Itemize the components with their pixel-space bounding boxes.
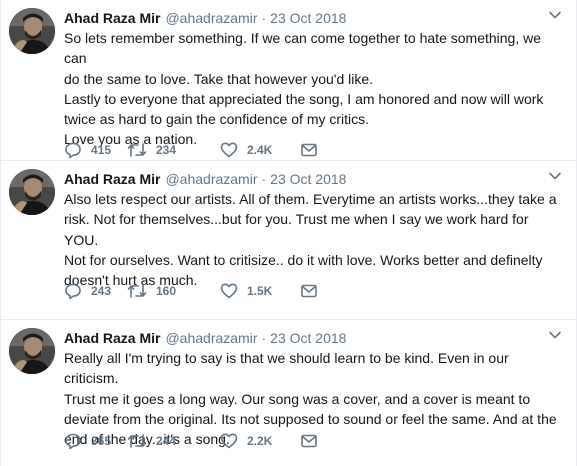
tweet[interactable]: Ahad Raza Mir @ahadrazamir · 23 Oct 2018… bbox=[1, 320, 576, 466]
retweet-button[interactable]: 244 bbox=[127, 432, 220, 450]
author-name[interactable]: Ahad Raza Mir bbox=[64, 8, 160, 28]
like-button[interactable]: 2.4K bbox=[220, 141, 300, 159]
like-count: 1.5K bbox=[247, 284, 273, 298]
chevron-down-icon[interactable] bbox=[548, 8, 562, 22]
author-name[interactable]: Ahad Raza Mir bbox=[64, 328, 160, 348]
separator: · bbox=[261, 10, 267, 26]
tweet-text-line: Really all I'm trying to say is that we … bbox=[64, 350, 509, 387]
chevron-down-icon[interactable] bbox=[548, 169, 562, 183]
message-button[interactable] bbox=[300, 432, 327, 450]
tweet-body: Ahad Raza Mir @ahadrazamir · 23 Oct 2018… bbox=[64, 328, 562, 451]
message-button[interactable] bbox=[300, 141, 327, 159]
tweet-header: Ahad Raza Mir @ahadrazamir · 23 Oct 2018 bbox=[64, 328, 562, 348]
tweet-actions: 243 160 1.5K bbox=[64, 281, 327, 301]
tweet-text: So lets remember something. If we can co… bbox=[64, 28, 562, 150]
heart-icon bbox=[220, 142, 238, 158]
heart-icon bbox=[220, 283, 238, 299]
retweet-count: 160 bbox=[156, 284, 177, 298]
author-handle[interactable]: @ahadrazamir bbox=[165, 169, 257, 189]
retweet-icon bbox=[127, 284, 147, 298]
message-button[interactable] bbox=[300, 282, 327, 300]
avatar[interactable] bbox=[9, 169, 55, 215]
tweet-date[interactable]: 23 Oct 2018 bbox=[270, 169, 346, 189]
tweet-timeline: Ahad Raza Mir @ahadrazamir · 23 Oct 2018… bbox=[0, 0, 577, 466]
tweet-body: Ahad Raza Mir @ahadrazamir · 23 Oct 2018… bbox=[64, 169, 562, 300]
avatar[interactable] bbox=[9, 8, 55, 54]
chevron-down-icon[interactable] bbox=[548, 328, 562, 342]
tweet-text-line: Trust me it goes a long way. Our song wa… bbox=[64, 390, 531, 407]
reply-button[interactable]: 415 bbox=[64, 141, 127, 159]
reply-count: 243 bbox=[91, 284, 112, 298]
tweet[interactable]: Ahad Raza Mir @ahadrazamir · 23 Oct 2018… bbox=[1, 161, 576, 320]
tweet-body: Ahad Raza Mir @ahadrazamir · 23 Oct 2018… bbox=[64, 8, 562, 159]
heart-icon bbox=[220, 433, 238, 449]
tweet-header: Ahad Raza Mir @ahadrazamir · 23 Oct 2018 bbox=[64, 8, 562, 28]
tweet-actions: 415 234 2.4K bbox=[64, 140, 327, 160]
tweet-text-line: Not for ourselves. Want to critisize.. d… bbox=[64, 251, 543, 268]
reply-button[interactable]: 243 bbox=[64, 282, 127, 300]
envelope-icon bbox=[301, 434, 317, 448]
reply-icon bbox=[65, 433, 81, 450]
envelope-icon bbox=[301, 143, 317, 157]
tweet-text-line: twice as hard to gain the confidence of … bbox=[64, 111, 370, 128]
like-count: 2.2K bbox=[247, 434, 273, 448]
reply-icon bbox=[65, 142, 81, 159]
tweet[interactable]: Ahad Raza Mir @ahadrazamir · 23 Oct 2018… bbox=[1, 0, 576, 161]
tweet-date[interactable]: 23 Oct 2018 bbox=[270, 8, 346, 28]
tweet-text-line: Also lets respect our artists. All of th… bbox=[64, 191, 557, 207]
retweet-button[interactable]: 234 bbox=[127, 141, 220, 159]
retweet-count: 244 bbox=[156, 434, 177, 448]
author-name[interactable]: Ahad Raza Mir bbox=[64, 169, 160, 189]
reply-count: 365 bbox=[91, 434, 112, 448]
tweet-text-line: So lets remember something. If we can co… bbox=[64, 30, 542, 67]
retweet-icon bbox=[127, 143, 147, 157]
tweet-text-line: deviate from the original. Its not suppo… bbox=[64, 410, 557, 427]
like-count: 2.4K bbox=[247, 143, 273, 157]
tweet-actions: 365 244 2.2K bbox=[64, 431, 327, 451]
like-button[interactable]: 1.5K bbox=[220, 282, 300, 300]
reply-icon bbox=[65, 283, 81, 300]
tweet-header: Ahad Raza Mir @ahadrazamir · 23 Oct 2018 bbox=[64, 169, 562, 189]
reply-button[interactable]: 365 bbox=[64, 432, 127, 450]
retweet-count: 234 bbox=[156, 143, 177, 157]
tweet-date[interactable]: 23 Oct 2018 bbox=[270, 328, 346, 348]
retweet-button[interactable]: 160 bbox=[127, 282, 220, 300]
tweet-text-line: Lastly to everyone that appreciated the … bbox=[64, 90, 544, 107]
separator: · bbox=[261, 171, 267, 187]
retweet-icon bbox=[127, 434, 147, 448]
tweet-text-line: risk. Not for themselves...but for you. … bbox=[64, 211, 529, 248]
avatar[interactable] bbox=[9, 328, 55, 374]
like-button[interactable]: 2.2K bbox=[220, 432, 300, 450]
envelope-icon bbox=[301, 284, 317, 298]
separator: · bbox=[261, 330, 267, 346]
tweet-text-line: do the same to love. Take that however y… bbox=[64, 70, 374, 87]
reply-count: 415 bbox=[91, 143, 112, 157]
author-handle[interactable]: @ahadrazamir bbox=[165, 8, 257, 28]
tweet-text: Also lets respect our artists. All of th… bbox=[64, 189, 562, 290]
author-handle[interactable]: @ahadrazamir bbox=[165, 328, 257, 348]
